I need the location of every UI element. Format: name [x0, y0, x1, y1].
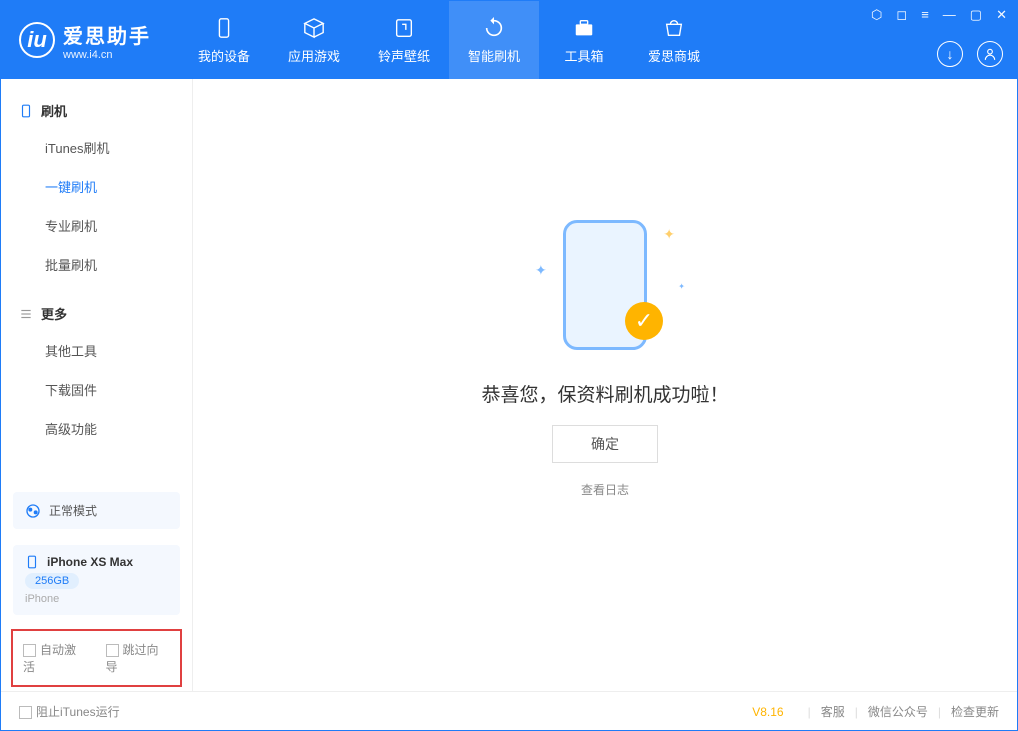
tab-ringtone[interactable]: 铃声壁纸 [359, 1, 449, 79]
app-title: 爱思助手 [63, 20, 151, 49]
skip-guide-checkbox[interactable]: 跳过向导 [106, 641, 171, 675]
window-controls: ⬡ ◻ ≡ — ▢ ✕ [871, 7, 1007, 23]
sidebar-item-advanced[interactable]: 高级功能 [1, 409, 192, 448]
header-actions: ↓ [937, 41, 1003, 67]
device-info-box[interactable]: iPhone XS Max 256GB iPhone [13, 545, 180, 615]
tab-label: 智能刷机 [468, 46, 520, 65]
user-button[interactable] [977, 41, 1003, 67]
auto-activate-checkbox[interactable]: 自动激活 [23, 641, 88, 675]
app-header: iu 爱思助手 www.i4.cn 我的设备 应用游戏 铃声壁纸 智能刷机 工具… [1, 1, 1017, 79]
device-icon [212, 16, 236, 40]
ok-button[interactable]: 确定 [552, 425, 658, 463]
logo-icon: iu [19, 22, 55, 58]
feedback-icon[interactable]: ◻ [896, 7, 907, 23]
spacer [1, 460, 192, 484]
device-mode-label: 正常模式 [49, 502, 97, 519]
tab-store[interactable]: 爱思商城 [629, 1, 719, 79]
tab-apps[interactable]: 应用游戏 [269, 1, 359, 79]
sidebar-title-label: 更多 [41, 304, 67, 323]
refresh-icon [482, 16, 506, 40]
options-highlight-box: 自动激活 跳过向导 [11, 629, 182, 687]
sidebar-item-other-tools[interactable]: 其他工具 [1, 331, 192, 370]
sidebar-item-batch-flash[interactable]: 批量刷机 [1, 245, 192, 284]
block-itunes-checkbox[interactable]: 阻止iTunes运行 [19, 703, 120, 720]
sidebar-title-more: 更多 [1, 296, 192, 331]
maximize-button[interactable]: ▢ [970, 7, 982, 23]
tab-label: 应用游戏 [288, 46, 340, 65]
tab-label: 铃声壁纸 [378, 46, 430, 65]
sidebar-title-flash: 刷机 [1, 93, 192, 128]
check-badge-icon: ✓ [625, 302, 663, 340]
check-update-link[interactable]: 检查更新 [951, 703, 999, 720]
sidebar-item-pro-flash[interactable]: 专业刷机 [1, 206, 192, 245]
cube-icon [302, 16, 326, 40]
app-body: 刷机 iTunes刷机 一键刷机 专业刷机 批量刷机 更多 其他工具 下载固件 … [1, 79, 1017, 691]
sidebar-title-label: 刷机 [41, 101, 67, 120]
tab-label: 爱思商城 [648, 46, 700, 65]
device-name: iPhone XS Max [47, 555, 133, 569]
checkbox-icon [19, 706, 32, 719]
footer-left: 阻止iTunes运行 [19, 703, 120, 720]
tab-toolbox[interactable]: 工具箱 [539, 1, 629, 79]
view-log-link[interactable]: 查看日志 [581, 481, 629, 498]
separator: | [938, 705, 941, 719]
sparkle-icon: ✦ [663, 226, 675, 243]
music-icon [392, 16, 416, 40]
success-message: 恭喜您，保资料刷机成功啦！ [481, 380, 728, 407]
device-type: iPhone [25, 593, 168, 605]
tab-my-device[interactable]: 我的设备 [179, 1, 269, 79]
device-mode-box[interactable]: 正常模式 [13, 492, 180, 529]
tab-label: 我的设备 [198, 46, 250, 65]
mode-icon [25, 503, 41, 519]
close-button[interactable]: ✕ [996, 7, 1007, 23]
tab-smart-flash[interactable]: 智能刷机 [449, 1, 539, 79]
checkbox-label: 阻止iTunes运行 [36, 705, 120, 719]
separator: | [808, 705, 811, 719]
list-icon [19, 307, 33, 321]
tab-label: 工具箱 [564, 46, 603, 65]
main-content: ✦ ✦ ✦ ✓ 恭喜您，保资料刷机成功啦！ 确定 查看日志 [193, 79, 1017, 691]
download-button[interactable]: ↓ [937, 41, 963, 67]
logo-area: iu 爱思助手 www.i4.cn [1, 20, 169, 61]
minimize-button[interactable]: — [943, 7, 956, 23]
device-phone-icon [25, 555, 39, 569]
footer-right: V8.16 | 客服 | 微信公众号 | 检查更新 [752, 703, 999, 720]
sidebar-section-flash: 刷机 iTunes刷机 一键刷机 专业刷机 批量刷机 [1, 93, 192, 284]
main-tabs: 我的设备 应用游戏 铃声壁纸 智能刷机 工具箱 爱思商城 [179, 1, 719, 79]
toolbox-icon [572, 16, 596, 40]
support-link[interactable]: 客服 [821, 703, 845, 720]
sparkle-icon: ✦ [535, 262, 547, 279]
sidebar-item-itunes-flash[interactable]: iTunes刷机 [1, 128, 192, 167]
separator: | [855, 705, 858, 719]
sidebar-item-download-fw[interactable]: 下载固件 [1, 370, 192, 409]
device-name-row: iPhone XS Max [25, 555, 168, 569]
phone-icon [19, 104, 33, 118]
store-icon [662, 16, 686, 40]
logo-text: 爱思助手 www.i4.cn [63, 20, 151, 61]
version-label: V8.16 [752, 705, 783, 719]
footer: 阻止iTunes运行 V8.16 | 客服 | 微信公众号 | 检查更新 [1, 691, 1017, 731]
shirt-icon[interactable]: ⬡ [871, 7, 882, 23]
sidebar-item-oneclick-flash[interactable]: 一键刷机 [1, 167, 192, 206]
sidebar: 刷机 iTunes刷机 一键刷机 专业刷机 批量刷机 更多 其他工具 下载固件 … [1, 79, 193, 691]
wechat-link[interactable]: 微信公众号 [868, 703, 928, 720]
menu-icon[interactable]: ≡ [921, 7, 929, 23]
storage-badge: 256GB [25, 573, 79, 589]
sidebar-section-more: 更多 其他工具 下载固件 高级功能 [1, 296, 192, 448]
checkbox-icon [106, 644, 119, 657]
app-subtitle: www.i4.cn [63, 49, 151, 61]
success-illustration: ✦ ✦ ✦ ✓ [535, 212, 675, 362]
checkbox-icon [23, 644, 36, 657]
sparkle-icon: ✦ [678, 282, 685, 291]
